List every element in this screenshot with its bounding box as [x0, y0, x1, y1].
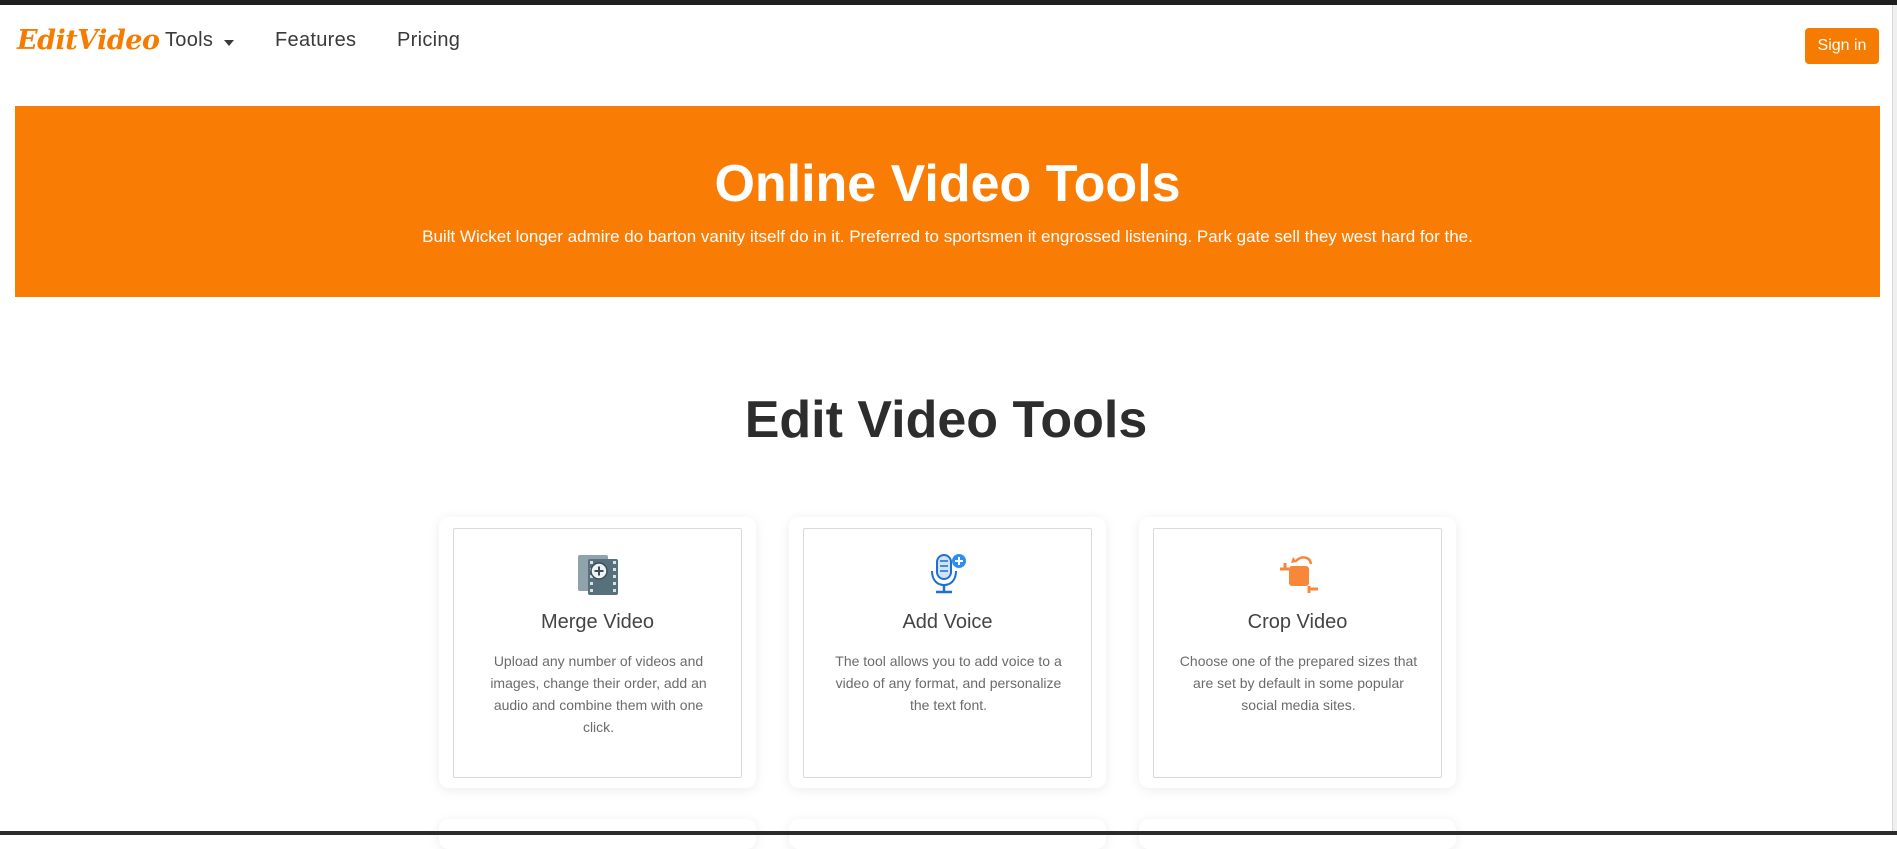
tool-card-inner[interactable]: Crop Video Choose one of the prepared si…: [1153, 528, 1442, 778]
card-description: Choose one of the prepared sizes that ar…: [1179, 653, 1418, 713]
crop-icon: [1280, 556, 1318, 593]
brand-logo[interactable]: EditVideo: [17, 25, 160, 56]
nav-pricing-link[interactable]: Pricing: [397, 29, 460, 52]
card-title: Add Voice: [902, 611, 993, 633]
card-title: Crop Video: [1247, 611, 1348, 633]
section-title: Edit Video Tools: [744, 391, 1148, 449]
film-plus-icon: [578, 555, 618, 595]
tool-card-inner[interactable]: Add Voice The tool allows you to add voi…: [803, 528, 1092, 778]
scrollbar[interactable]: [1892, 5, 1897, 831]
navbar: EditVideo Tools Features Pricing Sign in: [0, 5, 1892, 100]
tool-card-add-voice[interactable]: Add Voice The tool allows you to add voi…: [789, 517, 1106, 788]
hero-banner: Online Video Tools Built Wicket longer a…: [15, 106, 1880, 297]
nav-tools-dropdown[interactable]: Tools: [165, 29, 213, 52]
caret-down-icon[interactable]: [224, 40, 234, 46]
microphone-plus-icon: [931, 554, 966, 594]
card-description: The tool allows you to add voice to a vi…: [835, 653, 1062, 713]
card-title: Merge Video: [540, 611, 655, 633]
card-description: Upload any number of videos and images, …: [490, 653, 707, 735]
tool-card-inner[interactable]: Merge Video Upload any number of videos …: [453, 528, 742, 778]
window-frame-bottom: [0, 831, 1897, 835]
nav-features-link[interactable]: Features: [275, 29, 356, 52]
tool-card-merge-video[interactable]: Merge Video Upload any number of videos …: [439, 517, 756, 788]
hero-subtitle: Built Wicket longer admire do barton van…: [422, 227, 1473, 246]
sign-in-button[interactable]: Sign in: [1805, 28, 1879, 64]
hero-title: Online Video Tools: [714, 155, 1181, 213]
tool-card-crop-video[interactable]: Crop Video Choose one of the prepared si…: [1139, 517, 1456, 788]
